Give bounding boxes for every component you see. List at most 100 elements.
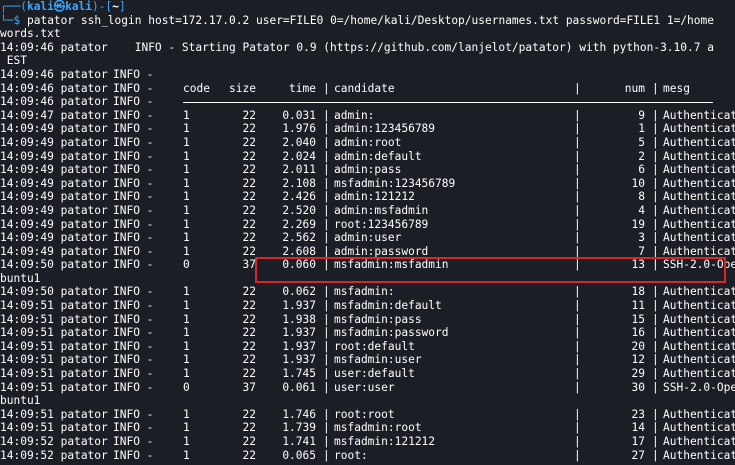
banner-line: 14:09:46 patator INFO - Starting Patator… (0, 40, 714, 54)
row-size: 22 (242, 149, 256, 163)
row-mesg: Authenticatio (663, 407, 735, 421)
row-time: 14:09:46 patator (0, 67, 108, 81)
row-duration: 1.745 (282, 367, 316, 381)
row-level: INFO - (113, 407, 154, 421)
row-level: INFO - (113, 203, 154, 217)
underline-row: 14:09:46 patator INFO - (0, 95, 735, 109)
command-text: patator ssh_login host=172.17.0.2 user=F… (26, 13, 714, 27)
row-level: INFO - (113, 135, 154, 149)
row-code: 1 (183, 407, 190, 421)
row-size: 22 (242, 217, 256, 231)
row-level: INFO - (113, 421, 154, 435)
row-size: 22 (242, 203, 256, 217)
row-level: INFO - (113, 244, 154, 258)
row-separator: | (574, 421, 581, 435)
row-separator: | (574, 231, 581, 245)
row-level: INFO - (113, 217, 154, 231)
table-row: 14:09:52 patator INFO - 1 22 0.065 | root: | 27 |… (0, 449, 735, 463)
row-candidate: admin:default (334, 149, 422, 163)
row-mesg: Authenticatio (663, 326, 735, 340)
prompt-separator: )-[ (92, 0, 113, 13)
row-num: 19 (631, 217, 645, 231)
row-mesg: Authenticatio (663, 163, 735, 177)
row-level: INFO - (113, 176, 154, 190)
row-code: 1 (183, 326, 190, 340)
row-code: 1 (183, 135, 190, 149)
row-duration: 2.040 (282, 135, 316, 149)
table-row: 14:09:47 patator INFO - 1 22 0.031 | admin: | 9 |… (0, 109, 735, 123)
row-duration: 2.562 (282, 231, 316, 245)
row-mesg: Authenticatio (663, 149, 735, 163)
row-separator: | (652, 435, 659, 448)
header-time: time (289, 81, 316, 95)
row-code: 1 (183, 339, 190, 353)
row-separator: | (574, 203, 581, 217)
prompt-box-top: ┌──( (0, 0, 27, 13)
table-row: 14:09:49 patator INFO - 1 22 2.024 | admin:def… (0, 150, 735, 164)
row-mesg: Authenticatio (663, 367, 735, 381)
row-separator: | (323, 407, 330, 421)
header-code: code (183, 81, 210, 95)
row-level: INFO - (113, 312, 154, 326)
row-time: 14:09:50 patator (0, 258, 108, 272)
row-mesg: Authenticatio (663, 285, 735, 299)
row-num: 8 (638, 190, 645, 204)
row-candidate: msfadmin:pass (334, 312, 422, 326)
row-time: 14:09:51 patator (0, 421, 108, 435)
row-separator: | (574, 448, 581, 462)
row-size: 37 (242, 380, 256, 394)
row-separator: | (652, 231, 659, 245)
table-row: 14:09:51 patator INFO - 1 22 1.937 | msfadmin:… (0, 299, 735, 313)
row-separator: | (652, 149, 659, 163)
row-num: 1 (638, 122, 645, 136)
row-time: 14:09:51 patator (0, 312, 108, 326)
row-size: 22 (242, 190, 256, 204)
row-separator: | (574, 326, 581, 340)
row-time: 14:09:49 patator (0, 217, 108, 231)
row-candidate: root:default (334, 339, 415, 353)
table-row: 14:09:51 patator INFO - 1 22 1.739 | msfadmin:… (0, 421, 735, 435)
row-separator: | (652, 217, 659, 231)
row-separator: | (323, 285, 330, 299)
row-mesg: Authenticatio (663, 353, 735, 367)
row-level: INFO - (113, 149, 154, 163)
row-candidate: msfadmin:123456789 (334, 176, 456, 190)
prompt-close: ] (119, 0, 126, 13)
row-time: 14:09:52 patator (0, 448, 108, 462)
row-time: 14:09:49 patator (0, 203, 108, 217)
row-size: 22 (242, 231, 256, 245)
prompt-directory: ~ (112, 0, 119, 13)
row-code: 1 (183, 231, 190, 245)
row-duration: 0.061 (282, 380, 316, 394)
row-level: INFO - (113, 326, 154, 340)
row-level: INFO - (113, 108, 154, 122)
row-separator: | (652, 163, 659, 177)
row-separator: | (652, 339, 659, 353)
row-mesg: Authenticatio (663, 176, 735, 190)
row-time: 14:09:49 patator (0, 244, 108, 258)
row-level: INFO - (113, 299, 154, 313)
row-mesg: Authenticatio (663, 217, 735, 231)
row-candidate: msfadmin: (334, 285, 395, 299)
row-mesg: Authenticatio (663, 435, 735, 448)
row-time: 14:09:51 patator (0, 367, 108, 381)
row-time: 14:09:49 patator (0, 176, 108, 190)
row-level: INFO - (113, 380, 154, 394)
row-code: 1 (183, 421, 190, 435)
row-separator: | (574, 135, 581, 149)
row-level: INFO - (113, 190, 154, 204)
row-num: 17 (631, 435, 645, 448)
row-num: 16 (631, 326, 645, 340)
row-num: 12 (631, 353, 645, 367)
table-row: 14:09:51 patator INFO - 1 22 1.745 | user:defa… (0, 367, 735, 381)
row-size: 22 (242, 299, 256, 313)
terminal-window[interactable]: ┌──(kali㉿kali)-[~] └─$ patator ssh_login… (0, 0, 735, 465)
row-duration: 2.011 (282, 163, 316, 177)
row-candidate: msfadmin:root (334, 421, 422, 435)
row-num: 6 (638, 163, 645, 177)
header-rule (183, 95, 713, 104)
row-time: 14:09:49 patator (0, 149, 108, 163)
row-code: 1 (183, 353, 190, 367)
row-code: 0 (183, 380, 190, 394)
row-separator: | (574, 339, 581, 353)
